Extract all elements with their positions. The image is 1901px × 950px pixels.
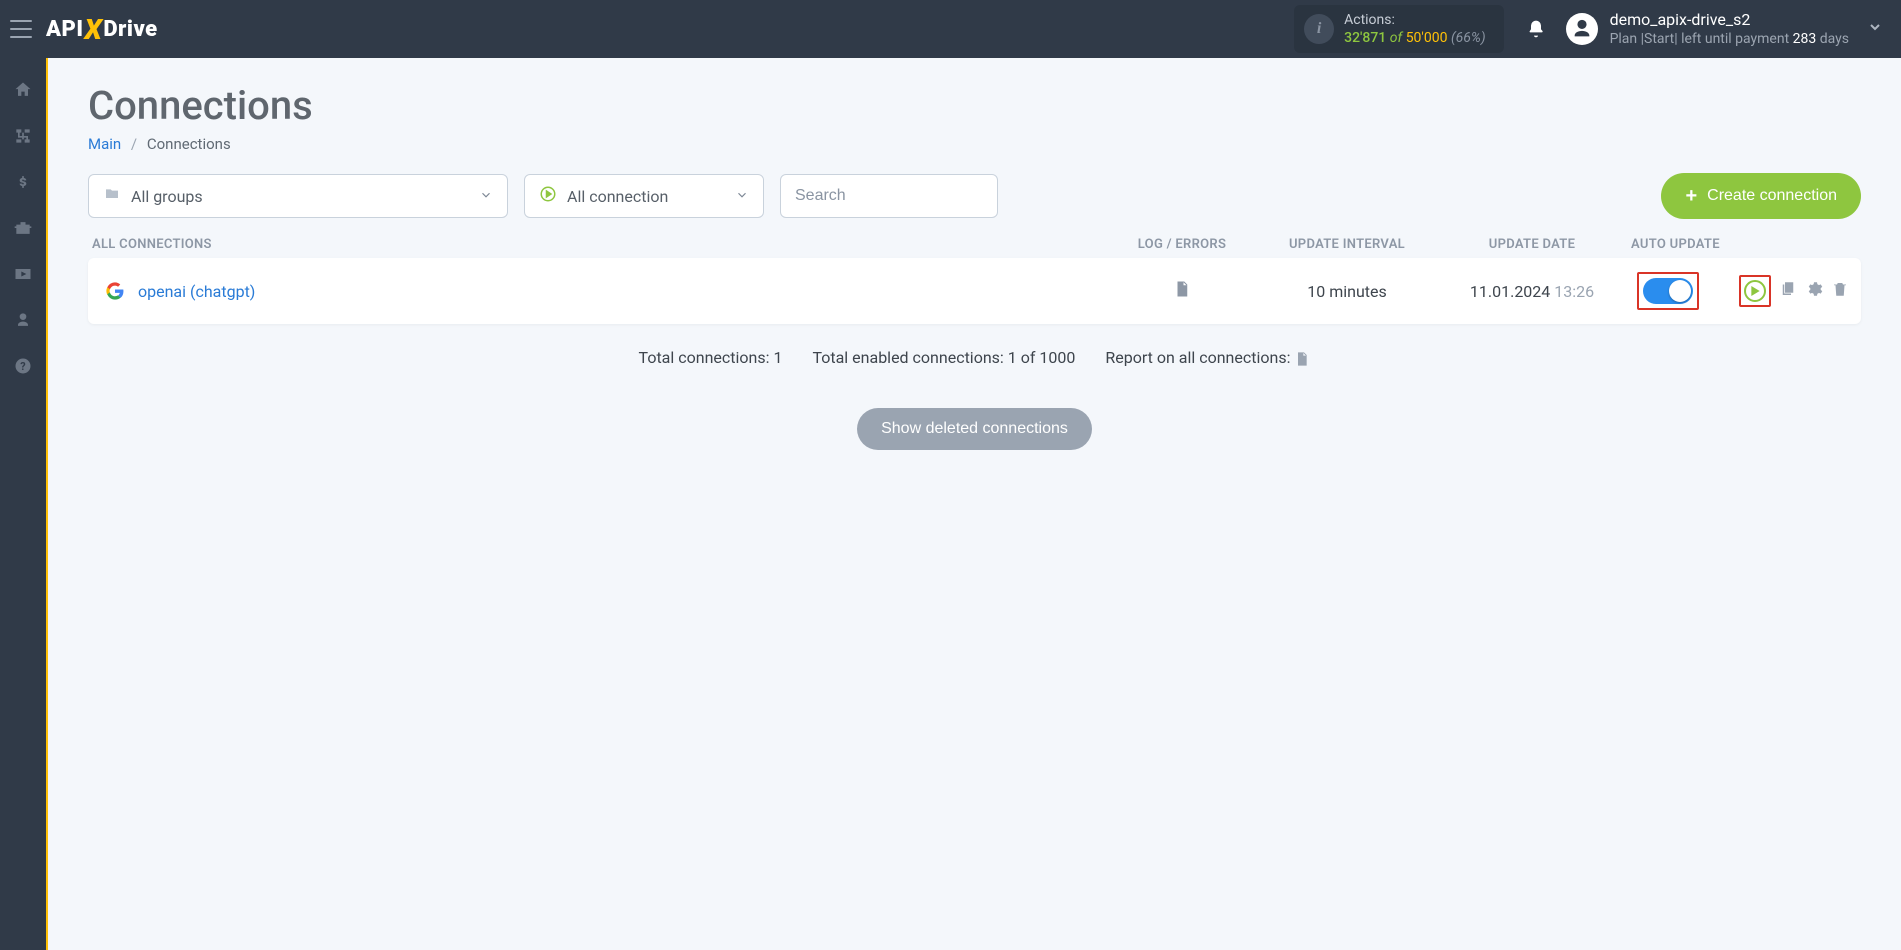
sidebar-item-home[interactable] [0, 70, 47, 110]
trash-icon[interactable] [1831, 280, 1849, 302]
connection-name-link[interactable]: openai (chatgpt) [138, 282, 255, 301]
summary-enabled: Total enabled connections: 1 of 1000 [812, 348, 1075, 367]
report-icon[interactable] [1294, 348, 1310, 367]
run-now-button[interactable] [1744, 280, 1766, 302]
highlight-box-run [1739, 275, 1771, 307]
avatar-icon[interactable] [1566, 13, 1598, 45]
groups-dropdown[interactable]: All groups [88, 174, 508, 218]
actions-percent: (66%) [1451, 30, 1486, 46]
user-name: demo_apix-drive_s2 [1610, 10, 1849, 31]
play-circle-icon [539, 185, 557, 207]
breadcrumb-main[interactable]: Main [88, 135, 121, 153]
highlight-box-toggle [1637, 272, 1699, 310]
logo[interactable]: API X Drive [46, 13, 158, 46]
search-input[interactable] [795, 187, 983, 205]
folder-icon [103, 186, 121, 206]
gear-icon[interactable] [1805, 280, 1823, 302]
actions-used: 32'871 [1344, 30, 1386, 46]
actions-of: of [1390, 30, 1402, 46]
sidebar-item-video[interactable] [0, 254, 47, 294]
menu-icon[interactable] [10, 20, 32, 38]
chevron-down-icon[interactable] [1867, 19, 1883, 39]
svg-text:?: ? [20, 360, 25, 373]
col-header-auto: AUTO UPDATE [1627, 237, 1727, 252]
actions-total: 50'000 [1406, 30, 1448, 46]
table-row: openai (chatgpt) 10 minutes 11.01.2024 1… [88, 258, 1861, 324]
status-dropdown-label: All connection [567, 187, 668, 206]
actions-label: Actions: [1344, 11, 1485, 29]
actions-text: Actions: 32'871 of 50'000 (66%) [1344, 11, 1485, 47]
log-icon[interactable] [1173, 279, 1191, 303]
show-deleted-button[interactable]: Show deleted connections [857, 408, 1092, 450]
create-connection-button[interactable]: + Create connection [1661, 173, 1861, 219]
summary-report[interactable]: Report on all connections: [1105, 348, 1310, 368]
col-header-date: UPDATE DATE [1437, 237, 1627, 252]
logo-text-drive: Drive [103, 17, 157, 42]
auto-update-toggle[interactable] [1643, 278, 1693, 304]
chevron-down-icon [479, 187, 493, 206]
page-title: Connections [88, 82, 1861, 129]
top-bar: API X Drive i Actions: 32'871 of 50'000 … [0, 0, 1901, 58]
table-header: ALL CONNECTIONS LOG / ERRORS UPDATE INTE… [88, 237, 1861, 252]
actions-usage-box[interactable]: i Actions: 32'871 of 50'000 (66%) [1294, 5, 1503, 53]
logo-text-api: API [46, 17, 83, 42]
bell-icon[interactable] [1526, 18, 1546, 40]
summary-total: Total connections: 1 [639, 348, 783, 367]
sidebar-item-toolbox[interactable] [0, 208, 47, 248]
row-interval: 10 minutes [1257, 282, 1437, 301]
chevron-down-icon [735, 187, 749, 206]
search-input-wrapper[interactable] [780, 174, 998, 218]
col-header-log: LOG / ERRORS [1107, 237, 1257, 252]
plus-icon: + [1685, 185, 1697, 208]
sidebar: ? [0, 58, 48, 950]
row-date: 11.01.2024 13:26 [1437, 282, 1627, 301]
filters-row: All groups All connection [88, 173, 1861, 219]
breadcrumb: Main / Connections [88, 135, 1861, 153]
sidebar-item-billing[interactable] [0, 162, 47, 202]
col-header-name: ALL CONNECTIONS [92, 237, 1107, 252]
copy-icon[interactable] [1779, 280, 1797, 302]
sidebar-item-help[interactable]: ? [0, 346, 47, 386]
user-plan: Plan |Start| left until payment 283 days [1610, 30, 1849, 48]
groups-dropdown-label: All groups [131, 187, 203, 206]
create-connection-label: Create connection [1707, 187, 1837, 205]
google-icon [106, 282, 124, 300]
user-block[interactable]: demo_apix-drive_s2 Plan |Start| left unt… [1610, 10, 1849, 49]
main-content: Connections Main / Connections All group… [48, 58, 1901, 950]
status-dropdown[interactable]: All connection [524, 174, 764, 218]
logo-text-x: X [84, 13, 102, 46]
col-header-interval: UPDATE INTERVAL [1257, 237, 1437, 252]
breadcrumb-current: Connections [147, 135, 231, 153]
info-icon: i [1304, 14, 1334, 44]
sidebar-item-connections[interactable] [0, 116, 47, 156]
sidebar-item-account[interactable] [0, 300, 47, 340]
summary-row: Total connections: 1 Total enabled conne… [88, 348, 1861, 368]
